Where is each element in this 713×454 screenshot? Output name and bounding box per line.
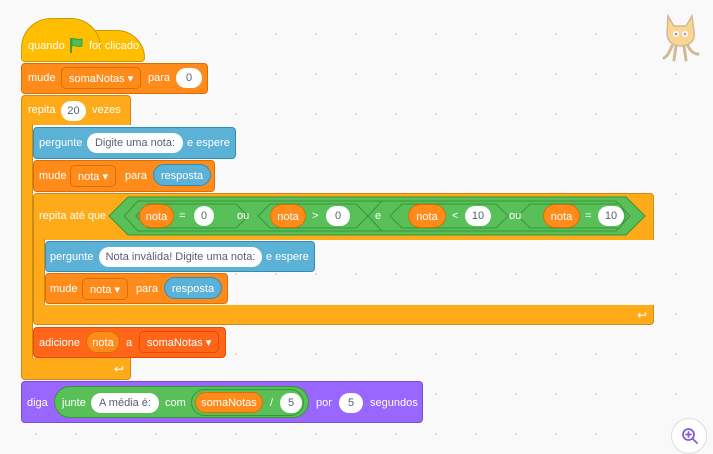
variable-dropdown[interactable]: nota ▾ bbox=[70, 165, 117, 187]
set2-to: para bbox=[125, 170, 148, 182]
join-text-input[interactable]: A média é: bbox=[91, 393, 159, 413]
repeat-count-input[interactable]: 20 bbox=[61, 101, 86, 121]
or1-label: ou bbox=[237, 210, 250, 222]
loop-arrow-icon: ↩ bbox=[114, 362, 125, 376]
c4-right-input[interactable]: 10 bbox=[598, 206, 624, 226]
list-dropdown[interactable]: somaNotas ▾ bbox=[139, 331, 220, 353]
add-to: a bbox=[126, 337, 133, 349]
sprite-cat-icon bbox=[658, 10, 704, 62]
c2-right-input[interactable]: 0 bbox=[326, 206, 350, 226]
ask2-post: e espere bbox=[266, 251, 309, 263]
add-label: adicione bbox=[39, 337, 80, 349]
repeat-label: repita bbox=[28, 104, 56, 116]
ask1-post: e espere bbox=[187, 137, 230, 149]
dropdown-arrow-icon: ▾ bbox=[114, 284, 121, 296]
ask2-text-input[interactable]: Nota inválida! Digite uma nota: bbox=[99, 247, 262, 267]
c1-right-input[interactable]: 0 bbox=[194, 206, 214, 226]
nota-reporter[interactable]: nota bbox=[270, 204, 306, 228]
and-label: e bbox=[375, 210, 382, 222]
dropdown-arrow-icon: ▾ bbox=[102, 171, 109, 183]
join-label: junte bbox=[62, 397, 86, 409]
set1-label: mude bbox=[28, 72, 56, 84]
divisor-input[interactable]: 5 bbox=[280, 393, 302, 413]
repeat-until-arm bbox=[33, 239, 45, 307]
nota-reporter[interactable]: nota bbox=[86, 331, 120, 353]
variable-dropdown[interactable]: nota ▾ bbox=[82, 278, 129, 300]
set3-to: para bbox=[136, 283, 159, 295]
somaNotas-reporter[interactable]: somaNotas bbox=[195, 392, 263, 413]
set1-to: para bbox=[148, 72, 171, 84]
op-equals: = bbox=[179, 210, 186, 222]
say-label: diga bbox=[27, 397, 48, 409]
dropdown-arrow-icon: ▾ bbox=[205, 337, 212, 349]
c3-right-input[interactable]: 10 bbox=[465, 206, 491, 226]
set2-label: mude bbox=[39, 170, 67, 182]
zoom-in-button[interactable] bbox=[671, 418, 707, 454]
answer-reporter[interactable]: resposta bbox=[164, 277, 222, 299]
ask2-label: pergunte bbox=[50, 251, 94, 263]
ask1-text-input[interactable]: Digite uma nota: bbox=[87, 133, 183, 153]
say-unit: segundos bbox=[370, 397, 418, 409]
ask1-label: pergunte bbox=[39, 137, 83, 149]
join-with: com bbox=[165, 397, 186, 409]
op-equals: = bbox=[585, 210, 592, 222]
hat-label-pre: quando bbox=[28, 40, 65, 52]
repeat-times: vezes bbox=[92, 104, 121, 116]
green-flag-icon bbox=[68, 36, 86, 59]
set3-label: mude bbox=[50, 283, 78, 295]
op-less: < bbox=[452, 210, 459, 222]
or2-label: ou bbox=[509, 210, 522, 222]
repeat-block-arm bbox=[21, 124, 33, 360]
variable-dropdown[interactable]: somaNotas ▾ bbox=[61, 67, 142, 89]
hat-label-post: for clicado bbox=[89, 40, 140, 52]
say-for: por bbox=[316, 397, 332, 409]
nota-reporter[interactable]: nota bbox=[543, 204, 580, 228]
until-label: repita até que bbox=[39, 210, 107, 222]
dropdown-arrow-icon: ▾ bbox=[127, 73, 134, 85]
repeat-until-foot bbox=[33, 305, 654, 325]
divide-op: / bbox=[270, 397, 274, 409]
nota-reporter[interactable]: nota bbox=[408, 204, 446, 228]
seconds-input[interactable]: 5 bbox=[339, 393, 363, 413]
set1-value-input[interactable]: 0 bbox=[176, 68, 202, 88]
nota-reporter[interactable]: nota bbox=[139, 204, 174, 228]
answer-reporter[interactable]: resposta bbox=[153, 164, 211, 186]
op-greater: > bbox=[312, 210, 319, 222]
loop-arrow-icon: ↩ bbox=[637, 308, 648, 322]
